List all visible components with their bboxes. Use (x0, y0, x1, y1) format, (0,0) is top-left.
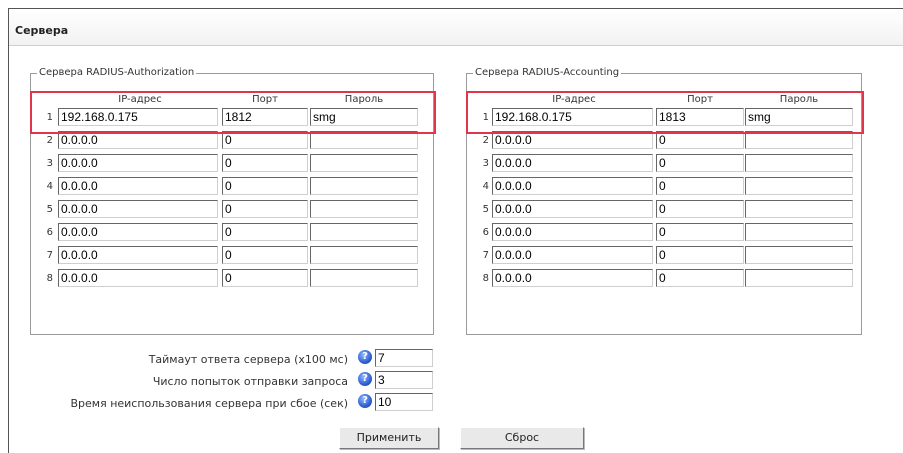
panel-title: Сервера (15, 24, 69, 37)
row-number: 7 (482, 250, 489, 261)
password-input[interactable] (310, 269, 418, 287)
port-input[interactable]: 0 (656, 177, 744, 195)
row-number: 5 (46, 204, 53, 215)
highlight-box (466, 91, 864, 134)
port-input[interactable]: 0 (656, 246, 744, 264)
ip-address-input[interactable]: 0.0.0.0 (58, 223, 218, 241)
ip-address-input[interactable]: 0.0.0.0 (492, 154, 653, 172)
password-input[interactable] (745, 269, 853, 287)
group-legend: Сервера RADIUS-Accounting (473, 67, 622, 78)
ip-address-input[interactable]: 0.0.0.0 (492, 200, 653, 218)
password-input[interactable] (745, 223, 853, 241)
password-input[interactable] (310, 200, 418, 218)
ip-address-input[interactable]: 0.0.0.0 (58, 154, 218, 172)
row-number: 6 (482, 227, 489, 238)
ip-address-input[interactable]: 0.0.0.0 (58, 177, 218, 195)
password-input[interactable] (745, 177, 853, 195)
timeout-input[interactable]: 7 (375, 349, 433, 367)
group-legend: Сервера RADIUS-Authorization (37, 67, 197, 78)
ip-address-input[interactable]: 0.0.0.0 (58, 246, 218, 264)
row-number: 5 (482, 204, 489, 215)
ip-address-input[interactable]: 0.0.0.0 (58, 200, 218, 218)
ip-address-input[interactable]: 0.0.0.0 (492, 246, 653, 264)
row-number: 2 (482, 135, 489, 146)
retries-label: Число попыток отправки запроса (152, 375, 348, 388)
row-number: 3 (482, 158, 489, 169)
password-input[interactable] (310, 177, 418, 195)
password-input[interactable] (310, 246, 418, 264)
reset-button[interactable]: Сброс (460, 427, 584, 449)
row-number: 2 (46, 135, 53, 146)
row-number: 8 (482, 273, 489, 284)
question-circle-icon[interactable]: ? (358, 394, 372, 408)
row-number: 4 (46, 181, 53, 192)
question-circle-icon[interactable]: ? (358, 372, 372, 386)
ip-address-input[interactable]: 0.0.0.0 (492, 269, 653, 287)
password-input[interactable] (745, 154, 853, 172)
port-input[interactable]: 0 (222, 200, 308, 218)
panel-header: Сервера (9, 9, 903, 46)
port-input[interactable]: 0 (222, 269, 308, 287)
port-input[interactable]: 0 (656, 200, 744, 218)
dead-time-label: Время неиспользования сервера при сбое (… (70, 397, 348, 410)
password-input[interactable] (745, 246, 853, 264)
port-input[interactable]: 0 (656, 269, 744, 287)
port-input[interactable]: 0 (222, 223, 308, 241)
row-number: 4 (482, 181, 489, 192)
ip-address-input[interactable]: 0.0.0.0 (492, 223, 653, 241)
dead-time-input[interactable]: 10 (375, 393, 433, 411)
port-input[interactable]: 0 (222, 154, 308, 172)
highlight-box (30, 91, 436, 134)
apply-button[interactable]: Применить (339, 427, 439, 449)
password-input[interactable] (745, 200, 853, 218)
question-circle-icon[interactable]: ? (358, 350, 372, 364)
row-number: 8 (46, 273, 53, 284)
ip-address-input[interactable]: 0.0.0.0 (58, 269, 218, 287)
row-number: 3 (46, 158, 53, 169)
password-input[interactable] (310, 154, 418, 172)
ip-address-input[interactable]: 0.0.0.0 (492, 177, 653, 195)
password-input[interactable] (310, 223, 418, 241)
row-number: 6 (46, 227, 53, 238)
row-number: 7 (46, 250, 53, 261)
port-input[interactable]: 0 (222, 246, 308, 264)
port-input[interactable]: 0 (222, 177, 308, 195)
port-input[interactable]: 0 (656, 154, 744, 172)
retries-input[interactable]: 3 (375, 371, 433, 389)
port-input[interactable]: 0 (656, 223, 744, 241)
timeout-label: Таймаут ответа сервера (х100 мс) (148, 353, 348, 366)
